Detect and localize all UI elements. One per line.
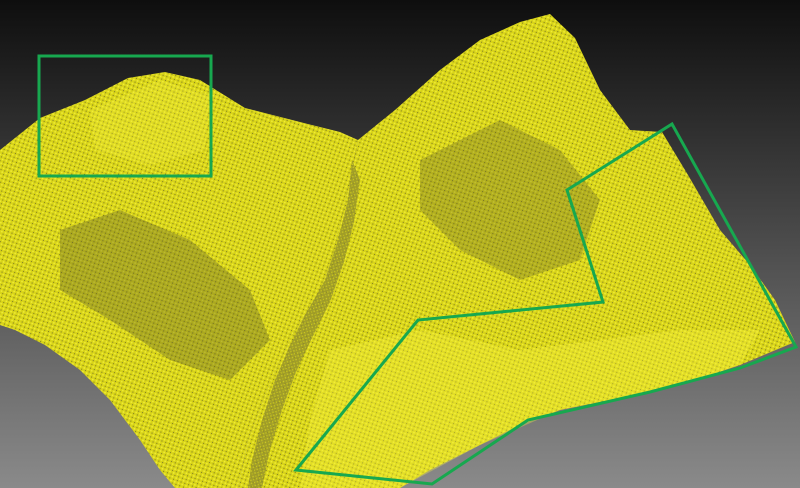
terrain-point-cloud-view xyxy=(0,0,800,488)
terrain-viewport xyxy=(0,0,800,488)
